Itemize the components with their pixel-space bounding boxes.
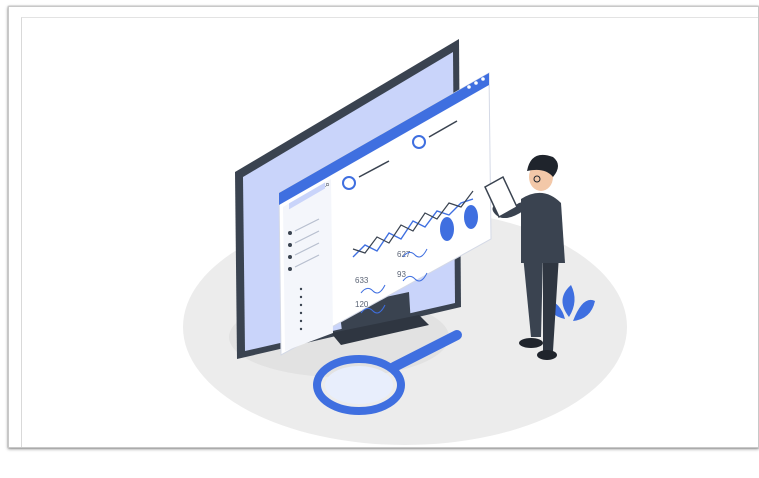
stat-627: 627 (397, 250, 411, 259)
donut-chart-2 (464, 205, 478, 229)
image-frame: ⌕ 627 633 93 120 (8, 6, 759, 448)
window-dot-1 (467, 85, 471, 89)
donut-chart-1 (440, 217, 454, 241)
stat-120: 120 (355, 300, 369, 309)
shoe-right (537, 350, 557, 360)
window-dot-3 (481, 77, 485, 81)
sidebar-search-icon: ⌕ (325, 179, 330, 189)
window-dot-2 (474, 81, 478, 85)
stat-633: 633 (355, 276, 369, 285)
shoe-left (519, 338, 543, 348)
stat-93: 93 (397, 270, 406, 279)
data-analysis-illustration: ⌕ 627 633 93 120 (183, 39, 627, 445)
